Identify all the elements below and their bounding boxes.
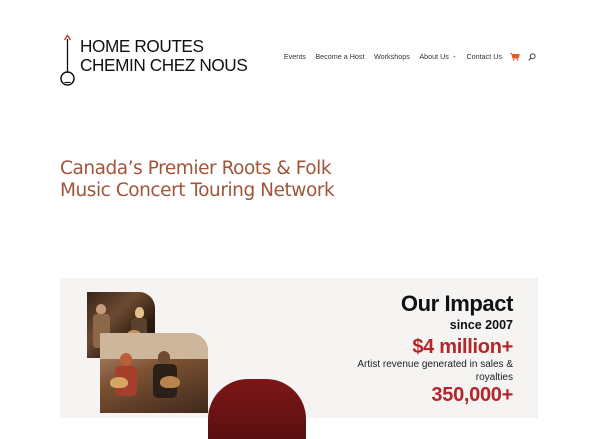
nav-label: Contact Us — [466, 52, 502, 61]
nav-item-become-a-host[interactable]: Become a Host — [315, 52, 364, 61]
stat-value-second: 350,000+ — [431, 384, 513, 406]
cart-button[interactable] — [510, 52, 520, 61]
logo-line-2: CHEMIN CHEZ NOUS — [80, 55, 248, 75]
site-header: HOME ROUTES CHEMIN CHEZ NOUS Events Beco… — [0, 0, 600, 120]
cart-icon — [510, 52, 520, 61]
nav-item-events[interactable]: Events — [284, 52, 306, 61]
nav-label: Become a Host — [315, 52, 365, 61]
hero-title-line-1: Canada’s Premier Roots & Folk — [60, 158, 332, 179]
performer-figure — [135, 307, 144, 318]
nav-label: About Us — [419, 52, 449, 61]
nav-label: Events — [283, 52, 306, 61]
impact-since-text: since 2007 — [449, 318, 513, 332]
search-icon — [528, 52, 536, 61]
nav-item-about-us[interactable]: About Us ⌄ — [419, 52, 457, 61]
impact-heading: Our Impact — [400, 291, 514, 316]
stat-description-artist-revenue: Artist revenue generated in sales & roya… — [357, 359, 513, 383]
nav-item-contact-us[interactable]: Contact Us — [466, 52, 502, 61]
performer-figure — [96, 304, 106, 314]
living-room-concert-photo — [100, 333, 208, 413]
banjo-logo-icon — [60, 34, 75, 86]
nav-label: Workshops — [374, 52, 410, 61]
nav-item-workshops[interactable]: Workshops — [374, 52, 410, 61]
main-navigation: Events Become a Host Workshops About Us ⌄… — [284, 52, 536, 61]
hero-title-line-2: Music Concert Touring Network — [60, 180, 335, 201]
stat-value-artist-revenue: $4 million+ — [412, 336, 513, 358]
logo-wordmark: HOME ROUTES CHEMIN CHEZ NOUS — [80, 36, 248, 75]
performer-figure — [158, 351, 170, 364]
guitar-shape — [110, 377, 128, 388]
logo-line-1: HOME ROUTES — [80, 36, 204, 56]
hero-title: Canada’s Premier Roots & Folk Music Conc… — [60, 158, 335, 202]
search-button[interactable] — [528, 52, 536, 61]
chevron-down-icon: ⌄ — [451, 53, 457, 60]
performer-figure — [120, 353, 132, 366]
performance-photo-collage — [60, 278, 310, 439]
site-logo[interactable]: HOME ROUTES CHEMIN CHEZ NOUS — [58, 34, 288, 90]
photo-wall — [100, 333, 208, 359]
red-stage-photo — [208, 379, 306, 439]
guitar-shape — [160, 376, 180, 388]
